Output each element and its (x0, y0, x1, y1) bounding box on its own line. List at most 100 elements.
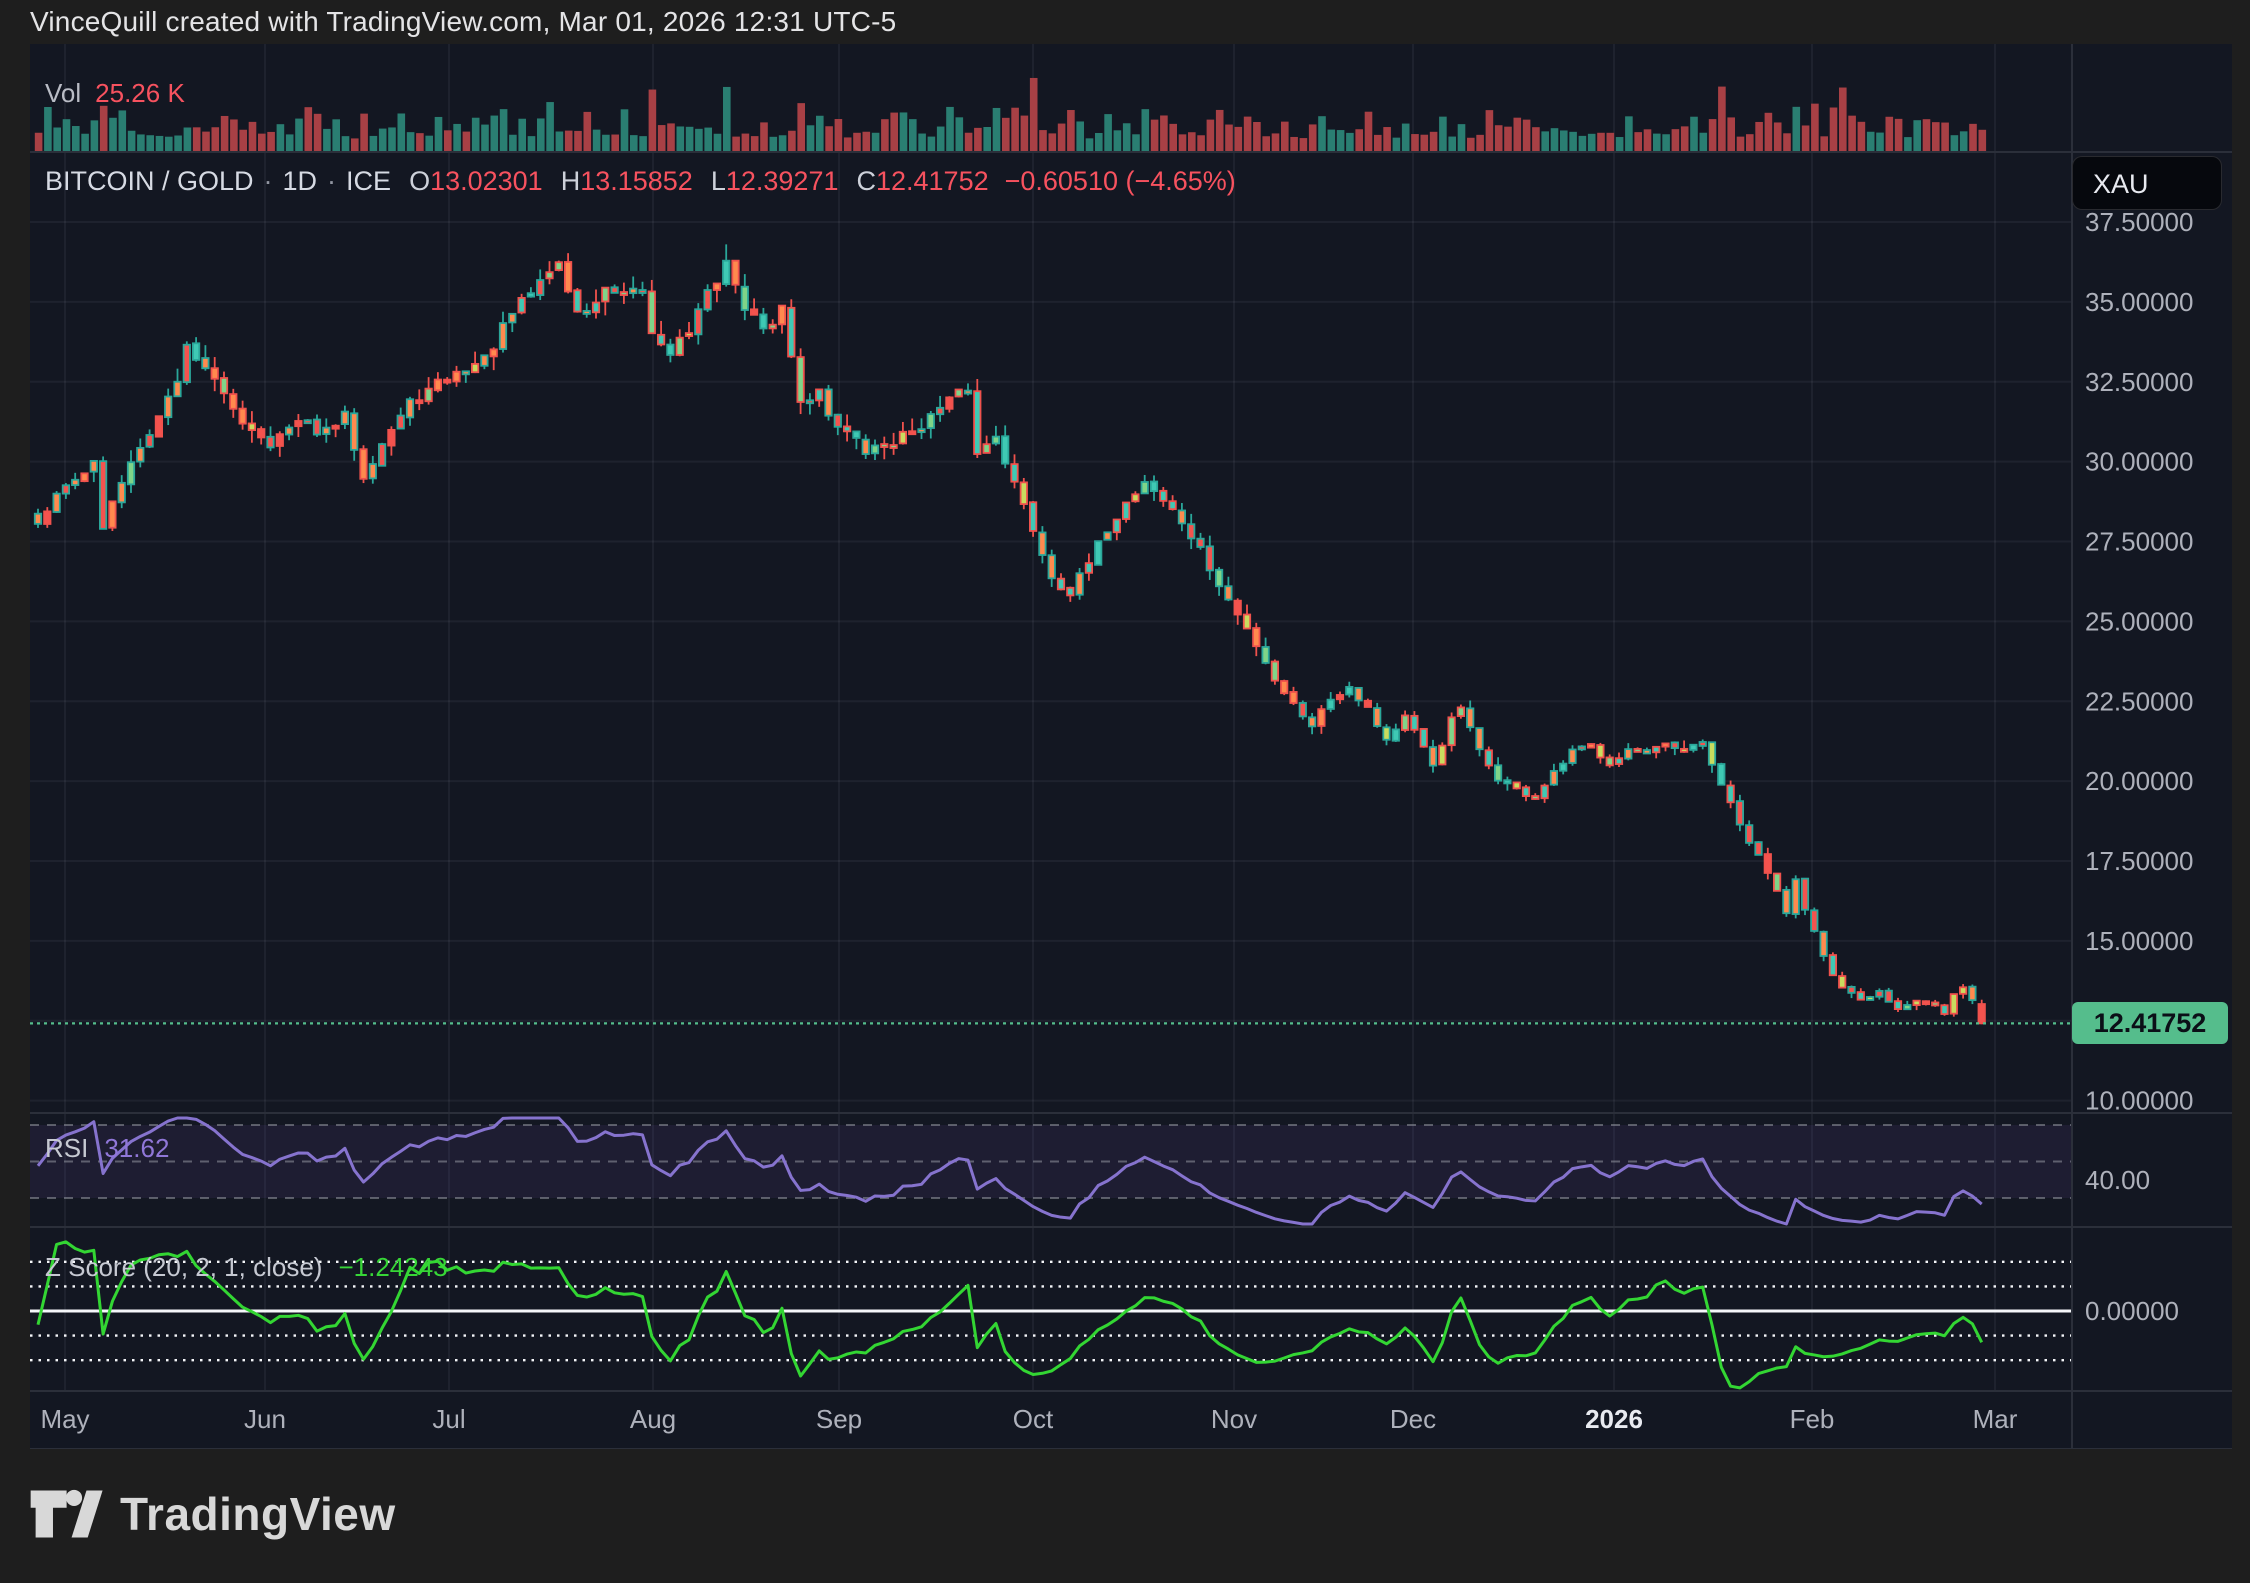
volume-bar (1411, 134, 1419, 151)
candle-body (1588, 744, 1594, 748)
volume-bar (1625, 116, 1633, 151)
candle-body (1476, 728, 1482, 749)
volume-bar (509, 135, 517, 151)
candle-body (1244, 615, 1250, 629)
volume-bar (918, 134, 926, 151)
candle-body (109, 501, 115, 527)
volume-bar (1151, 120, 1159, 151)
volume-bar (1662, 134, 1670, 151)
candle-body (435, 380, 441, 391)
volume-bar (649, 90, 657, 151)
volume-bar (1281, 122, 1289, 151)
volume-bar (1160, 115, 1168, 151)
volume-bar (481, 125, 489, 151)
volume-bar (1634, 132, 1642, 151)
candle-body (1895, 1001, 1901, 1009)
candle-body (946, 397, 952, 408)
volume-bar (72, 126, 80, 151)
exchange-label: ICE (346, 166, 391, 196)
candle-body (1690, 745, 1696, 750)
chart-plot-area[interactable]: 37.5000035.0000032.5000030.0000027.50000… (0, 0, 2250, 1583)
volume-bar (1700, 133, 1708, 151)
time-axis[interactable] (30, 1391, 2072, 1449)
axis-unit-badge[interactable]: XAU (2072, 156, 2222, 210)
low-value: 12.39271 (726, 166, 839, 196)
volume-bar (1467, 138, 1475, 151)
volume-bar (890, 113, 898, 151)
candle-body (993, 437, 999, 444)
volume-bar (81, 134, 89, 151)
candle-body (146, 435, 152, 447)
candle-body (165, 397, 171, 418)
volume-bar (1021, 116, 1029, 151)
candle-body (760, 314, 766, 328)
candle-body (1634, 749, 1640, 752)
volume-bar (1002, 118, 1010, 151)
volume-bar (760, 122, 768, 151)
candle-body (1188, 524, 1194, 538)
volume-bar (156, 136, 164, 151)
candle-body (1021, 482, 1027, 504)
volume-bar (1123, 123, 1131, 151)
symbol-name: BITCOIN / GOLD (45, 166, 254, 196)
rsi-legend: RSI31.62 (45, 1133, 169, 1164)
candle-body (472, 364, 478, 372)
volume-bar (1886, 117, 1894, 151)
volume-bar (1179, 134, 1187, 151)
candle-body (1467, 708, 1473, 727)
candle-body (1076, 573, 1082, 594)
candle-body (1653, 747, 1659, 752)
volume-bar (574, 131, 582, 151)
candle-body (1820, 932, 1826, 956)
candle-body (1151, 482, 1157, 492)
volume-bar (1086, 138, 1094, 151)
candle-body (1523, 787, 1529, 796)
candle-body (537, 280, 543, 295)
candle-body (1086, 563, 1092, 573)
volume-bar (788, 131, 796, 151)
candle-body (630, 289, 636, 294)
volume-bar (686, 127, 694, 151)
volume-bar (184, 128, 192, 151)
volume-bar (1607, 133, 1615, 151)
volume-bar (1309, 124, 1317, 151)
volume-bar (1830, 108, 1838, 151)
candle-body (1393, 729, 1399, 740)
candle-body (1700, 742, 1706, 746)
candle-body (881, 444, 887, 447)
close-label: C (856, 166, 876, 196)
volume-bar (174, 135, 182, 151)
volume-bar (1588, 134, 1596, 151)
candle-body (1765, 854, 1771, 873)
volume-bar (993, 108, 1001, 151)
price-axis[interactable] (2072, 44, 2232, 1391)
candle-body (1495, 765, 1501, 780)
volume-bar (1616, 137, 1624, 151)
volume-bar (556, 132, 564, 151)
volume-bar (109, 118, 117, 151)
candle-body (928, 414, 934, 428)
volume-bar (770, 137, 778, 151)
candle-body (1579, 746, 1585, 749)
candle-body (1095, 541, 1101, 565)
volume-bar (435, 117, 443, 151)
volume-bar (518, 119, 526, 151)
candle-body (677, 338, 683, 355)
volume-bar (1383, 127, 1391, 151)
volume-bar (230, 119, 238, 151)
volume-bar (323, 129, 331, 151)
candle-body (128, 462, 134, 484)
candle-body (1886, 991, 1892, 1002)
volume-bar (546, 102, 554, 151)
volume-bar (1421, 135, 1429, 151)
volume-bar (1672, 129, 1680, 151)
candle-body (1337, 695, 1343, 699)
volume-bar (974, 128, 982, 151)
volume-bar (1523, 120, 1531, 151)
volume-bar (1737, 137, 1745, 151)
volume-bar (732, 137, 740, 151)
tradingview-link[interactable]: TradingView (28, 1483, 396, 1545)
volume-bar (807, 125, 815, 151)
volume-bar (1458, 124, 1466, 151)
candle-body (1253, 628, 1259, 646)
